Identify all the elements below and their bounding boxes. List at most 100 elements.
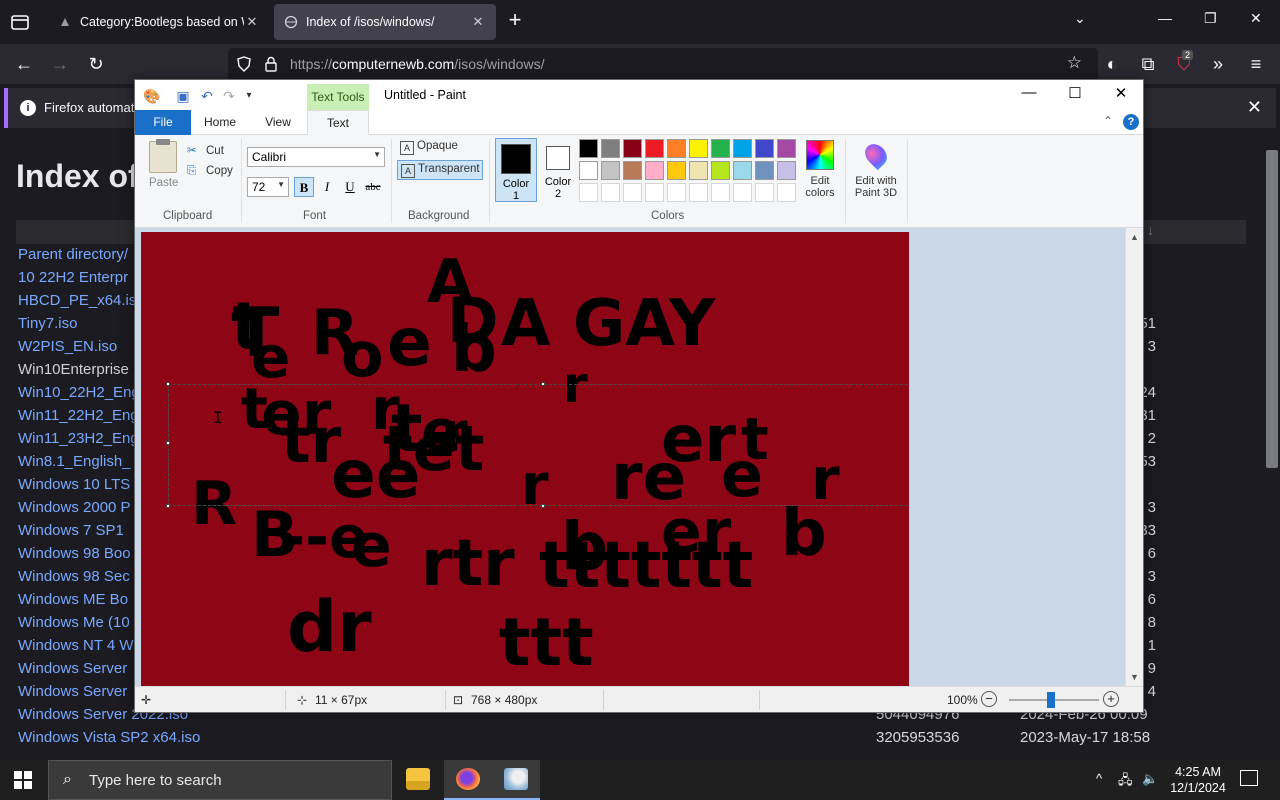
tab-list-icon[interactable] xyxy=(8,10,32,34)
text-selection-box[interactable] xyxy=(166,382,909,508)
tab-home[interactable]: Home xyxy=(195,110,245,135)
file-explorer-taskbar-button[interactable] xyxy=(394,760,442,800)
palette-swatch[interactable] xyxy=(755,139,774,158)
scrollbar-thumb[interactable] xyxy=(1266,150,1278,468)
underline-button[interactable]: U xyxy=(340,177,360,197)
taskbar-clock[interactable]: 4:25 AM 12/1/2024 xyxy=(1166,764,1230,796)
strikethrough-button[interactable]: abc xyxy=(363,177,383,197)
volume-muted-icon[interactable]: 🔈 xyxy=(1142,771,1158,787)
palette-swatch[interactable] xyxy=(733,161,752,180)
shield-icon[interactable] xyxy=(236,56,252,72)
back-button[interactable]: ← xyxy=(12,52,36,76)
undo-icon[interactable]: ↶ xyxy=(199,88,215,104)
collapse-ribbon-icon[interactable]: ⌃ xyxy=(1103,114,1113,128)
file-link[interactable]: Windows 98 Sec xyxy=(18,568,130,585)
file-link[interactable]: Windows Me (10 xyxy=(18,614,130,631)
bold-button[interactable]: B xyxy=(294,177,314,197)
palette-swatch[interactable] xyxy=(777,139,796,158)
page-scrollbar[interactable] xyxy=(1262,130,1280,760)
custom-color-slot[interactable] xyxy=(601,183,620,202)
scroll-up-icon[interactable]: ▲ xyxy=(1130,232,1139,242)
file-link[interactable]: Win10Enterprise xyxy=(18,361,129,378)
minimize-window-button[interactable]: — xyxy=(1158,10,1172,26)
paste-icon[interactable] xyxy=(149,139,177,173)
paste-button-label[interactable]: Paste xyxy=(149,177,178,189)
palette-swatch[interactable] xyxy=(623,139,642,158)
color2-button[interactable]: Color 2 xyxy=(537,138,579,202)
zoom-slider-thumb[interactable] xyxy=(1047,692,1055,708)
extensions-icon[interactable]: ⧉ xyxy=(1136,52,1160,76)
custom-color-slot[interactable] xyxy=(777,183,796,202)
resize-handle[interactable] xyxy=(166,382,170,386)
zoom-in-icon[interactable]: + xyxy=(1103,691,1119,707)
url-bar[interactable]: https://computernewb.com/isos/windows/ ☆ xyxy=(228,48,1098,80)
forward-button[interactable]: → xyxy=(48,52,72,76)
paint-app-icon[interactable]: 🎨 xyxy=(143,88,160,104)
hamburger-menu-icon[interactable]: ≡ xyxy=(1244,52,1268,76)
palette-swatch[interactable] xyxy=(711,139,730,158)
palette-swatch[interactable] xyxy=(645,139,664,158)
firefox-taskbar-button[interactable] xyxy=(444,760,492,800)
file-link[interactable]: Windows 2000 P xyxy=(18,499,131,516)
palette-swatch[interactable] xyxy=(579,161,598,180)
opaque-option[interactable]: A Opaque xyxy=(397,138,483,158)
palette-swatch[interactable] xyxy=(623,161,642,180)
file-link[interactable]: Win11_23H2_Eng xyxy=(18,430,139,447)
redo-icon[interactable]: ↷ xyxy=(221,88,237,104)
resize-handle[interactable] xyxy=(166,504,170,508)
save-icon[interactable]: ▣ xyxy=(175,88,191,104)
file-link[interactable]: Parent directory/ xyxy=(18,246,128,263)
resize-handle[interactable] xyxy=(166,441,170,445)
palette-swatch[interactable] xyxy=(733,139,752,158)
sort-down-icon[interactable]: ↓ xyxy=(1147,222,1154,238)
windows-start-icon[interactable] xyxy=(14,771,32,789)
paint-close-button[interactable]: ✕ xyxy=(1101,84,1141,106)
close-tab-icon[interactable]: ✕ xyxy=(470,14,486,30)
transparent-option[interactable]: A Transparent xyxy=(397,160,483,180)
customize-qat-icon[interactable]: ▾ xyxy=(241,88,257,104)
file-link[interactable]: HBCD_PE_x64.iso xyxy=(18,292,145,309)
file-link[interactable]: Windows 10 LTS xyxy=(18,476,130,493)
paint-taskbar-button[interactable] xyxy=(492,760,540,800)
palette-swatch[interactable] xyxy=(711,161,730,180)
network-icon[interactable]: 🖧 xyxy=(1118,771,1133,793)
custom-color-slot[interactable] xyxy=(623,183,642,202)
vpn-extension-icon[interactable]: ◐ xyxy=(1100,52,1124,76)
palette-swatch[interactable] xyxy=(689,139,708,158)
palette-swatch[interactable] xyxy=(667,161,686,180)
tab-file[interactable]: File xyxy=(135,110,191,135)
palette-swatch[interactable] xyxy=(755,161,774,180)
reload-button[interactable]: ↻ xyxy=(84,52,108,76)
custom-color-slot[interactable] xyxy=(645,183,664,202)
copy-button[interactable]: ⎘ Copy xyxy=(187,165,233,178)
file-link[interactable]: W2PIS_EN.iso xyxy=(18,338,117,355)
browser-tab-index-isos[interactable]: Index of /isos/windows/ ✕ xyxy=(274,4,496,40)
browser-tab-category-bootlegs[interactable]: Category:Bootlegs based on Wi ✕ xyxy=(48,4,270,40)
file-link[interactable]: Windows NT 4 W xyxy=(18,637,134,654)
palette-swatch[interactable] xyxy=(777,161,796,180)
custom-color-slot[interactable] xyxy=(733,183,752,202)
resize-handle[interactable] xyxy=(541,382,545,386)
custom-color-slot[interactable] xyxy=(755,183,774,202)
palette-swatch[interactable] xyxy=(689,161,708,180)
zoom-out-icon[interactable]: − xyxy=(981,691,997,707)
file-link[interactable]: Windows Server xyxy=(18,683,127,700)
file-link[interactable]: Windows Vista SP2 x64.iso xyxy=(18,729,200,746)
url-text[interactable]: https://computernewb.com/isos/windows/ xyxy=(290,56,544,72)
restore-window-button[interactable]: ❐ xyxy=(1204,10,1217,27)
font-size-select[interactable]: 72 ▼ xyxy=(247,177,289,197)
drawing-canvas[interactable]: ADA GAY t T Re b o e r t er r t e r tr tet er t ee r re e r R B -… xyxy=(141,232,909,686)
palette-swatch[interactable] xyxy=(601,161,620,180)
canvas-vertical-scrollbar[interactable]: ▲ ▼ xyxy=(1125,228,1143,686)
palette-swatch[interactable] xyxy=(601,139,620,158)
bookmark-star-icon[interactable]: ☆ xyxy=(1067,53,1082,73)
paint-minimize-button[interactable]: — xyxy=(1009,84,1049,106)
italic-button[interactable]: I xyxy=(317,177,337,197)
cut-button[interactable]: ✂ Cut xyxy=(187,143,224,157)
custom-color-slot[interactable] xyxy=(711,183,730,202)
file-link[interactable]: Windows 7 SP1 xyxy=(18,522,124,539)
custom-color-slot[interactable] xyxy=(579,183,598,202)
action-center-icon[interactable] xyxy=(1240,770,1258,786)
close-tab-icon[interactable]: ✕ xyxy=(244,14,260,30)
tab-text[interactable]: Text xyxy=(307,110,369,136)
